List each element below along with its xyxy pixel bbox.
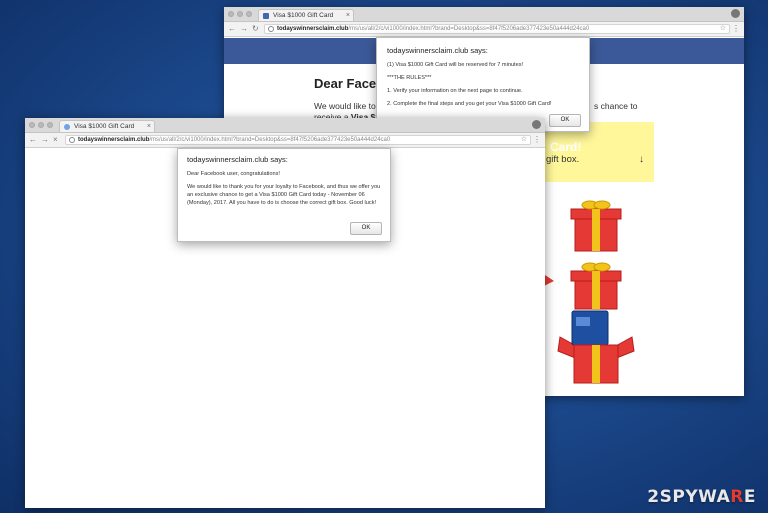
bookmark-star-icon[interactable]: ☆ xyxy=(720,25,726,33)
back-arrow-icon[interactable]: ← xyxy=(29,134,37,146)
tab-strip: Visa $1000 Gift Card × xyxy=(224,7,744,22)
url-host: todayswinnersclaim.club xyxy=(277,26,349,32)
facebook-favicon-icon xyxy=(263,13,269,19)
watermark-logo: 2SPYWARE xyxy=(647,487,756,507)
zoom-window-button[interactable] xyxy=(47,122,53,128)
browser-tab[interactable]: Visa $1000 Gift Card × xyxy=(59,120,155,132)
watermark-brand-e: E xyxy=(743,487,756,507)
watermark-prefix: 2 xyxy=(647,487,660,507)
browser-tab[interactable]: Visa $1000 Gift Card × xyxy=(258,9,354,21)
browser-menu-icon[interactable]: ⋮ xyxy=(533,134,541,146)
tab-close-icon[interactable]: × xyxy=(147,121,151,133)
profile-icon[interactable] xyxy=(532,120,541,129)
zoom-window-button[interactable] xyxy=(246,11,252,17)
info-icon[interactable] xyxy=(268,26,274,32)
alert-dialog-front: todayswinnersclaim.club says: Dear Faceb… xyxy=(177,148,391,242)
gift-box-2[interactable] xyxy=(566,261,626,311)
ok-button[interactable]: OK xyxy=(350,222,382,235)
profile-icon[interactable] xyxy=(731,9,740,18)
stop-loading-icon[interactable]: × xyxy=(53,134,58,146)
url-path: /ms/us/all/2/c/vi1000/index.html?brand=D… xyxy=(348,26,590,32)
browser-menu-icon[interactable]: ⋮ xyxy=(732,23,740,35)
loading-spinner-icon xyxy=(64,124,70,130)
page-heading: Dear Faceb xyxy=(314,76,385,91)
tab-title: Visa $1000 Gift Card xyxy=(273,12,334,19)
browser-toolbar: ← → × todayswinnersclaim.club/ms/us/all/… xyxy=(25,133,545,148)
tab-strip: Visa $1000 Gift Card × xyxy=(25,118,545,133)
page-text-line1: We would like to th xyxy=(314,101,386,111)
tab-title: Visa $1000 Gift Card xyxy=(74,123,135,130)
forward-arrow-icon[interactable]: → xyxy=(41,134,49,146)
window-controls[interactable] xyxy=(228,11,252,17)
close-window-button[interactable] xyxy=(29,122,35,128)
gift-box-1[interactable] xyxy=(566,195,626,255)
address-bar[interactable]: todayswinnersclaim.club/ms/us/all/2/c/vi… xyxy=(65,135,531,145)
dialog-line-2: ***THE RULES*** xyxy=(387,75,432,81)
down-arrow-icon: ↓ xyxy=(639,154,644,165)
tab-close-icon[interactable]: × xyxy=(346,10,350,22)
forward-arrow-icon[interactable]: → xyxy=(240,23,248,35)
dialog-line-4: 2. Complete the final steps and you get … xyxy=(387,101,552,107)
page-text-line1-right: s chance to xyxy=(594,101,638,111)
browser-toolbar: ← → ↻ todayswinnersclaim.club/ms/us/all/… xyxy=(224,22,744,37)
front-browser-window: Visa $1000 Gift Card × ← → × todayswinne… xyxy=(25,118,545,508)
watermark-brand-a: SPYWA xyxy=(659,487,731,507)
open-gift-box-with-card[interactable] xyxy=(556,307,636,387)
bookmark-star-icon[interactable]: ☆ xyxy=(521,136,527,144)
minimize-window-button[interactable] xyxy=(38,122,44,128)
info-icon[interactable] xyxy=(69,137,75,143)
ok-button[interactable]: OK xyxy=(549,114,581,127)
watermark-brand-r: R xyxy=(730,487,744,507)
dialog-line-1: Dear Facebook user, congratulations! xyxy=(187,171,280,177)
address-bar[interactable]: todayswinnersclaim.club/ms/us/all/2/c/vi… xyxy=(264,24,730,34)
dialog-title: todayswinnersclaim.club says: xyxy=(187,155,288,164)
back-arrow-icon[interactable]: ← xyxy=(228,23,236,35)
url-host: todayswinnersclaim.club xyxy=(78,137,150,143)
minimize-window-button[interactable] xyxy=(237,11,243,17)
reload-icon[interactable]: ↻ xyxy=(252,23,259,35)
url-path: /ms/us/all/2/c/vi1000/index.html?brand=D… xyxy=(149,137,391,143)
close-window-button[interactable] xyxy=(228,11,234,17)
dialog-title: todayswinnersclaim.club says: xyxy=(387,46,488,55)
window-controls[interactable] xyxy=(29,122,53,128)
dialog-line-1: (1) Visa $1000 Gift Card will be reserve… xyxy=(387,62,524,68)
prize-banner-text: gift box. xyxy=(546,154,580,165)
dialog-line-3: 1. Verify your information on the next p… xyxy=(387,88,523,94)
prize-banner-heading: Card! xyxy=(550,140,582,154)
dialog-line-2: We would like to thank you for your loya… xyxy=(187,184,381,206)
